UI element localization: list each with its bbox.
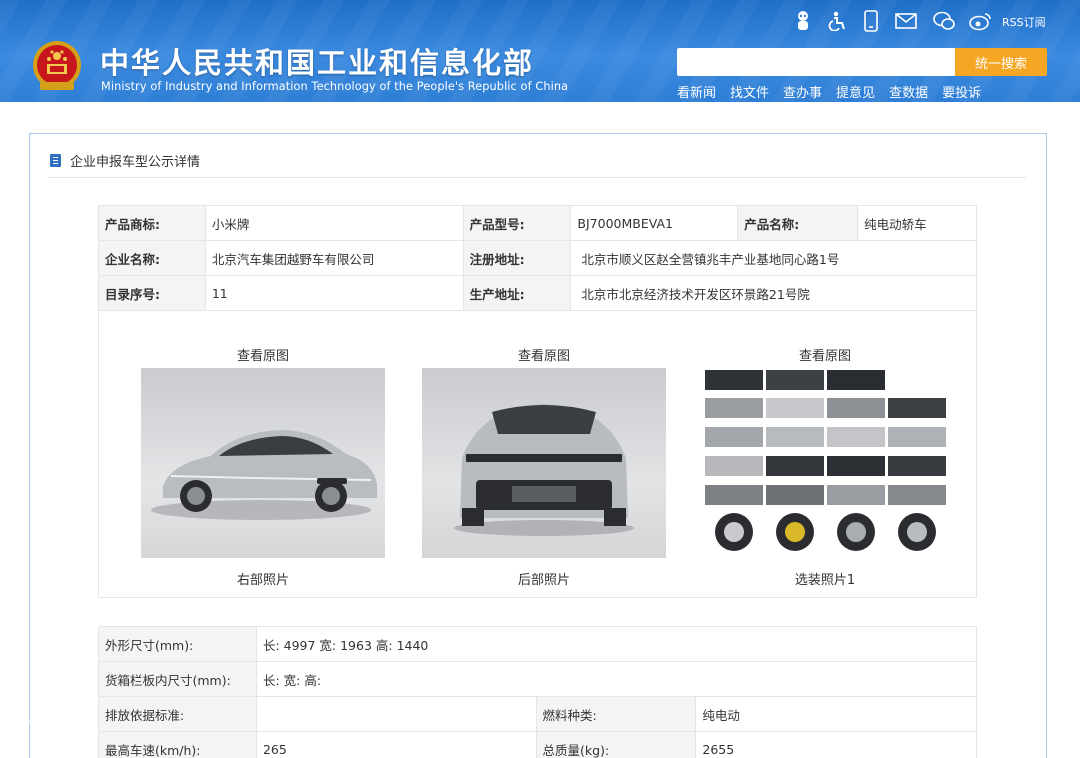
brand-label: 产品商标: <box>98 205 206 241</box>
nav-item-news[interactable]: 看新闻 <box>677 82 716 101</box>
rear-photo[interactable] <box>422 368 666 558</box>
dimensions-label: 外形尺寸(mm): <box>98 626 257 662</box>
table-row: 企业名称: 北京汽车集团越野车有限公司 注册地址: 北京市顺义区赵全营镇兆丰产业… <box>98 240 977 276</box>
nav-item-documents[interactable]: 找文件 <box>730 82 769 101</box>
cargo-dim-value: 长: 宽: 高: <box>255 661 978 697</box>
right-side-photo[interactable] <box>141 368 385 558</box>
wechat-icon[interactable] <box>932 10 956 32</box>
total-mass-label: 总质量(kg): <box>535 731 697 758</box>
accessibility-icon[interactable] <box>827 10 847 32</box>
brand-value: 小米牌 <box>204 205 464 241</box>
basic-info-table: 产品商标: 小米牌 产品型号: BJ7000MBEVA1 产品名称: 纯电动轿车… <box>98 205 977 311</box>
view-original-link[interactable]: 查看原图 <box>703 345 947 364</box>
site-header: 中华人民共和国工业和信息化部 Ministry of Industry and … <box>0 0 1080 102</box>
search-button[interactable]: 统一搜索 <box>955 48 1047 76</box>
mobile-icon[interactable] <box>861 10 881 32</box>
option-photo[interactable] <box>703 368 947 558</box>
table-row: 最高车速(km/h): 265 总质量(kg): 2655 <box>98 731 977 758</box>
document-icon <box>50 154 61 167</box>
total-mass-value: 2655 <box>695 731 977 758</box>
specs-table: 外形尺寸(mm): 长: 4997 宽: 1963 高: 1440 货箱栏板内尺… <box>98 626 978 758</box>
national-emblem-icon <box>33 41 81 90</box>
prod-address-label: 生产地址: <box>462 275 572 311</box>
nav-item-complaints[interactable]: 要投诉 <box>942 82 981 101</box>
company-label: 企业名称: <box>98 240 206 276</box>
max-speed-label: 最高车速(km/h): <box>98 731 257 758</box>
weibo-icon[interactable] <box>968 10 994 32</box>
cargo-dim-label: 货箱栏板内尺寸(mm): <box>98 661 257 697</box>
top-nav: 看新闻 找文件 查办事 提意见 查数据 要投诉 <box>677 82 995 101</box>
nav-item-feedback[interactable]: 提意见 <box>836 82 875 101</box>
view-original-link[interactable]: 查看原图 <box>422 345 666 364</box>
prod-address-value: 北京市北京经济技术开发区环景路21号院 <box>570 275 977 311</box>
photo-caption: 选装照片1 <box>794 573 856 588</box>
reg-address-value: 北京市顺义区赵全营镇兆丰产业基地同心路1号 <box>570 240 977 276</box>
watermark: etaverse.com <box>0 716 96 732</box>
nav-item-data[interactable]: 查数据 <box>889 82 928 101</box>
fuel-label: 燃料种类: <box>535 696 697 732</box>
photo-caption: 右部照片 <box>236 573 289 588</box>
search-input[interactable] <box>677 48 955 76</box>
max-speed-value: 265 <box>255 731 537 758</box>
table-row: 目录序号: 11 生产地址: 北京市北京经济技术开发区环景路21号院 <box>98 275 977 311</box>
emission-label: 排放依据标准: <box>98 696 257 732</box>
reg-address-label: 注册地址: <box>462 240 572 276</box>
site-title: 中华人民共和国工业和信息化部 <box>100 46 535 80</box>
model-label: 产品型号: <box>462 205 572 241</box>
site-subtitle: Ministry of Industry and Information Tec… <box>101 80 569 93</box>
catalog-label: 目录序号: <box>98 275 206 311</box>
robot-icon[interactable] <box>793 10 813 32</box>
table-row: 货箱栏板内尺寸(mm): 长: 宽: 高: <box>98 661 978 697</box>
fuel-value: 纯电动 <box>695 696 977 732</box>
photo-gallery: 查看原图 右部照片 查看原图 后部照片 查看原图 选装照片1 <box>98 311 977 598</box>
breadcrumb: 企业申报车型公示详情 <box>50 151 200 170</box>
emission-value <box>255 696 537 732</box>
product-name-value: 纯电动轿车 <box>857 205 977 241</box>
dimensions-value: 长: 4997 宽: 1963 高: 1440 <box>255 626 978 662</box>
divider <box>48 177 1026 178</box>
company-value: 北京汽车集团越野车有限公司 <box>204 240 464 276</box>
nav-item-services[interactable]: 查办事 <box>783 82 822 101</box>
catalog-value: 11 <box>204 275 464 311</box>
table-row: 排放依据标准: 燃料种类: 纯电动 <box>98 696 977 732</box>
view-original-link[interactable]: 查看原图 <box>141 345 385 364</box>
table-row: 外形尺寸(mm): 长: 4997 宽: 1963 高: 1440 <box>98 626 978 662</box>
mail-icon[interactable] <box>894 10 918 32</box>
photo-caption: 后部照片 <box>517 573 570 588</box>
table-row: 产品商标: 小米牌 产品型号: BJ7000MBEVA1 产品名称: 纯电动轿车 <box>98 205 977 241</box>
rss-link[interactable]: RSS订阅 <box>1002 14 1046 30</box>
breadcrumb-label: 企业申报车型公示详情 <box>70 155 201 170</box>
model-value: BJ7000MBEVA1 <box>570 205 739 241</box>
product-name-label: 产品名称: <box>737 205 859 241</box>
